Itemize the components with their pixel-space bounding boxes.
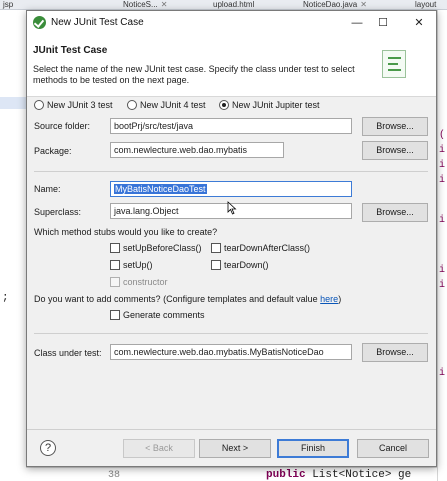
browse-source-folder-button[interactable]: Browse... xyxy=(362,117,428,136)
wizard-header: JUnit Test Case Select the name of the n… xyxy=(27,35,436,97)
junit-wizard-icon xyxy=(382,50,406,78)
minimize-button[interactable]: — xyxy=(349,15,365,31)
browse-class-under-test-button[interactable]: Browse... xyxy=(362,343,428,362)
radio-junit3[interactable]: New JUnit 3 test xyxy=(34,98,113,112)
code-line: public List<Notice> ge xyxy=(266,469,412,481)
code-fragment: ( xyxy=(439,130,446,141)
radio-button[interactable] xyxy=(127,100,137,110)
editor-tab[interactable]: layout xyxy=(412,0,447,10)
code-fragment: i xyxy=(439,215,446,226)
close-icon[interactable]: ✕ xyxy=(360,0,367,9)
teardown-checkbox[interactable] xyxy=(211,260,221,270)
radio-button[interactable] xyxy=(219,100,229,110)
method-stubs-question: Which method stubs would you like to cre… xyxy=(34,227,218,237)
teardown-label: tearDown() xyxy=(224,260,269,270)
source-folder-label: Source folder: xyxy=(34,121,91,131)
help-icon[interactable]: ? xyxy=(40,440,56,456)
package-label: Package: xyxy=(34,146,72,156)
radio-junit4[interactable]: New JUnit 4 test xyxy=(127,98,206,112)
code-fragment: i xyxy=(439,280,446,291)
next-button[interactable]: Next > xyxy=(199,439,271,458)
teardownafterclass-checkbox[interactable] xyxy=(211,243,221,253)
editor-bottom-strip: 38 public List<Notice> ge xyxy=(26,467,437,481)
setupbeforeclass-label: setUpBeforeClass() xyxy=(123,243,202,253)
code-fragment: i xyxy=(439,265,446,276)
finish-button[interactable]: Finish xyxy=(277,439,349,458)
comments-question: Do you want to add comments? (Configure … xyxy=(34,294,342,304)
eclipse-app-icon xyxy=(33,16,46,29)
mouse-cursor-icon xyxy=(227,201,237,215)
constructor-label: constructor xyxy=(123,277,168,287)
code-fragment: i xyxy=(439,175,446,186)
teardownafterclass-label: tearDownAfterClass() xyxy=(224,243,311,253)
package-field[interactable]: com.newlecture.web.dao.mybatis xyxy=(110,142,284,158)
code-fragment: ; xyxy=(2,292,9,304)
code-fragment: i xyxy=(439,368,446,379)
editor-tab[interactable]: NoticeDao.java ✕ xyxy=(300,0,390,10)
close-icon[interactable]: ✕ xyxy=(161,0,168,9)
configure-templates-link[interactable]: here xyxy=(320,294,338,304)
line-number: 38 xyxy=(108,470,121,481)
radio-junit-jupiter[interactable]: New JUnit Jupiter test xyxy=(219,98,320,112)
setup-checkbox[interactable] xyxy=(110,260,120,270)
radio-label: New JUnit 3 test xyxy=(47,100,113,110)
setupbeforeclass-checkbox[interactable] xyxy=(110,243,120,253)
browse-package-button[interactable]: Browse... xyxy=(362,141,428,160)
radio-button[interactable] xyxy=(34,100,44,110)
editor-right-pane: ( i i i i i i i xyxy=(437,10,447,481)
radio-label: New JUnit Jupiter test xyxy=(232,100,320,110)
radio-label: New JUnit 4 test xyxy=(140,100,206,110)
code-fragment: i xyxy=(439,145,446,156)
name-field[interactable]: MyBatisNoticeDaoTest xyxy=(110,181,352,197)
back-button[interactable]: < Back xyxy=(123,439,195,458)
close-button[interactable]: ✕ xyxy=(411,15,427,31)
generate-comments-checkbox[interactable] xyxy=(110,310,120,320)
editor-left-pane: ; xyxy=(0,10,26,481)
superclass-label: Superclass: xyxy=(34,207,82,217)
name-field-selection: MyBatisNoticeDaoTest xyxy=(114,184,207,194)
constructor-checkbox xyxy=(110,277,120,287)
generate-comments-label: Generate comments xyxy=(123,310,205,320)
maximize-button[interactable]: ☐ xyxy=(375,15,391,31)
editor-tab[interactable]: NoticeS... ✕ xyxy=(120,0,192,10)
separator xyxy=(34,333,428,334)
selection-highlight xyxy=(0,97,26,109)
setup-label: setUp() xyxy=(123,260,153,270)
wizard-title: JUnit Test Case xyxy=(33,45,108,56)
name-label: Name: xyxy=(34,184,61,194)
editor-tab-bar: jsp NoticeS... ✕ upload.html NoticeDao.ja… xyxy=(0,0,447,10)
dialog-titlebar[interactable]: New JUnit Test Case — ☐ ✕ xyxy=(27,11,436,35)
cancel-button[interactable]: Cancel xyxy=(357,439,429,458)
class-under-test-field[interactable]: com.newlecture.web.dao.mybatis.MyBatisNo… xyxy=(110,344,352,360)
browse-superclass-button[interactable]: Browse... xyxy=(362,203,428,222)
dialog-title: New JUnit Test Case xyxy=(51,17,144,28)
code-fragment: i xyxy=(439,160,446,171)
button-bar-separator xyxy=(27,429,436,430)
new-junit-test-case-dialog: New JUnit Test Case — ☐ ✕ JUnit Test Cas… xyxy=(26,10,437,467)
class-under-test-label: Class under test: xyxy=(34,348,102,358)
editor-tab[interactable]: jsp xyxy=(0,0,18,10)
wizard-description: Select the name of the new JUnit test ca… xyxy=(33,64,355,85)
editor-tab[interactable]: upload.html xyxy=(210,0,280,10)
source-folder-field[interactable]: bootPrj/src/test/java xyxy=(110,118,352,134)
separator xyxy=(34,171,428,172)
